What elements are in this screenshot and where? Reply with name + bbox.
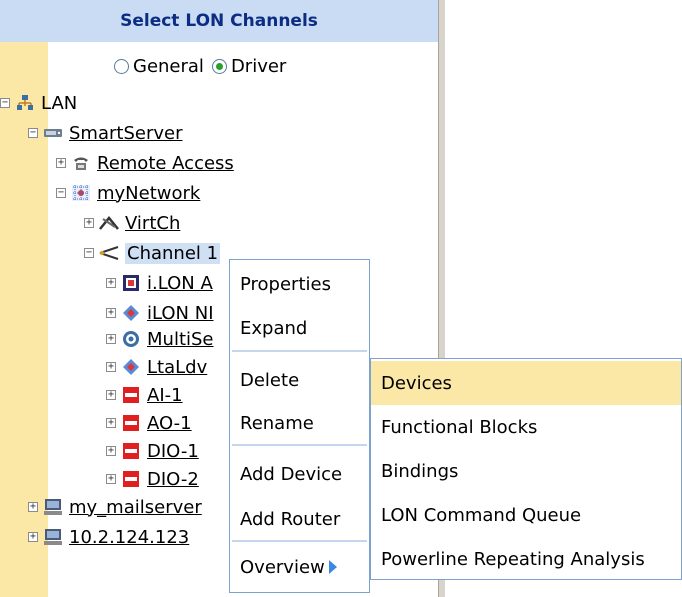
- menu-item-overview[interactable]: Overview: [240, 557, 337, 578]
- submenu-item-label: LON Command Queue: [381, 504, 582, 526]
- submenu-item-label: Functional Blocks: [381, 416, 538, 438]
- tree-node-dio-1[interactable]: + DIO-1: [106, 438, 199, 464]
- expand-icon[interactable]: +: [106, 308, 116, 318]
- radio-driver-label: Driver: [230, 56, 287, 77]
- menu-separator: [232, 444, 367, 446]
- device-icon: [121, 304, 141, 322]
- menu-separator: [232, 540, 367, 542]
- collapse-icon[interactable]: −: [0, 98, 10, 108]
- tree-label-channel-1[interactable]: Channel 1: [125, 242, 221, 264]
- expand-icon[interactable]: +: [56, 158, 66, 168]
- tree-label-dio-1[interactable]: DIO-1: [147, 441, 199, 462]
- submenu-arrow-icon: [328, 560, 337, 574]
- computer-icon: [43, 528, 63, 546]
- tree-label-ltaldv[interactable]: LtaLdv: [147, 357, 207, 378]
- expand-icon[interactable]: +: [106, 446, 116, 456]
- expand-icon[interactable]: +: [106, 278, 116, 288]
- menu-item-properties[interactable]: Properties: [240, 274, 331, 295]
- tree-node-ilon-ni[interactable]: + iLON NI: [106, 300, 214, 326]
- menu-item-add-router[interactable]: Add Router: [240, 509, 340, 530]
- network-icon: [15, 94, 35, 112]
- tree-node-ltaldv[interactable]: + LtaLdv: [106, 354, 207, 380]
- submenu-item-devices[interactable]: Devices: [371, 361, 681, 405]
- expand-icon[interactable]: +: [106, 334, 116, 344]
- menu-item-overview-label: Overview: [240, 557, 325, 578]
- submenu-item-bindings[interactable]: Bindings: [371, 449, 681, 493]
- tree-node-ai-1[interactable]: + AI-1: [106, 382, 183, 408]
- expand-icon[interactable]: +: [106, 474, 116, 484]
- tree-label-ip[interactable]: 10.2.124.123: [69, 527, 189, 548]
- tree-label-remote-access[interactable]: Remote Access: [97, 153, 234, 174]
- tree-node-ip[interactable]: + 10.2.124.123: [28, 524, 189, 550]
- tree-node-mynetwork[interactable]: − myNetwork: [56, 180, 200, 206]
- tree-label-dio-2[interactable]: DIO-2: [147, 469, 199, 490]
- menu-item-expand[interactable]: Expand: [240, 318, 307, 339]
- channel-icon: [99, 214, 119, 232]
- expand-icon[interactable]: +: [106, 418, 116, 428]
- panel-title: Select LON Channels: [0, 0, 438, 42]
- tree-node-dio-2[interactable]: + DIO-2: [106, 466, 199, 492]
- tree-label-mailserver[interactable]: my_mailserver: [69, 497, 202, 518]
- tree-node-remote-access[interactable]: + Remote Access: [56, 150, 234, 176]
- radio-driver[interactable]: [211, 59, 227, 74]
- expand-icon[interactable]: +: [28, 532, 38, 542]
- submenu-item-label: Bindings: [381, 460, 459, 482]
- io-module-icon: [121, 414, 141, 432]
- io-module-icon: [121, 442, 141, 460]
- tree-node-mailserver[interactable]: + my_mailserver: [28, 494, 202, 520]
- tree-label-multise[interactable]: MultiSe: [147, 329, 214, 350]
- server-icon: [43, 124, 63, 142]
- menu-item-rename[interactable]: Rename: [240, 413, 314, 434]
- collapse-icon[interactable]: −: [56, 188, 66, 198]
- device-icon: [121, 274, 141, 292]
- tree-label-lan: LAN: [41, 92, 78, 114]
- io-module-icon: [121, 470, 141, 488]
- expand-icon[interactable]: +: [106, 362, 116, 372]
- expand-icon[interactable]: +: [106, 390, 116, 400]
- submenu-item-label: Powerline Repeating Analysis: [381, 548, 645, 570]
- tree-label-ilon-ni[interactable]: iLON NI: [147, 303, 214, 324]
- network-grid-icon: [71, 184, 91, 202]
- radio-general[interactable]: [114, 59, 129, 74]
- channel-icon: [99, 244, 119, 262]
- tree-label-ai-1[interactable]: AI-1: [147, 385, 183, 406]
- submenu-item-label: Devices: [381, 372, 452, 394]
- tree-label-mynetwork[interactable]: myNetwork: [97, 183, 200, 204]
- computer-icon: [43, 498, 63, 516]
- collapse-icon[interactable]: −: [84, 248, 94, 258]
- submenu-item-powerline-repeating-analysis[interactable]: Powerline Repeating Analysis: [371, 537, 681, 581]
- expand-icon[interactable]: +: [28, 502, 38, 512]
- menu-item-add-device[interactable]: Add Device: [240, 464, 342, 485]
- tree-node-ilon-a[interactable]: + i.LON A: [106, 270, 213, 296]
- tree-label-ilon-a[interactable]: i.LON A: [147, 273, 213, 294]
- tree-node-ao-1[interactable]: + AO-1: [106, 410, 192, 436]
- device-icon: [121, 358, 141, 376]
- tree-label-virtch[interactable]: VirtCh: [125, 213, 180, 234]
- radio-general-label: General: [133, 56, 204, 77]
- tree-label-ao-1[interactable]: AO-1: [147, 413, 192, 434]
- mode-radio-group: General Driver: [114, 56, 290, 77]
- expand-icon[interactable]: +: [84, 218, 94, 228]
- submenu-item-functional-blocks[interactable]: Functional Blocks: [371, 405, 681, 449]
- tree-node-virtch[interactable]: + VirtCh: [84, 210, 180, 236]
- collapse-icon[interactable]: −: [28, 128, 38, 138]
- tree-label-smartserver[interactable]: SmartServer: [69, 123, 182, 144]
- tree-node-multise[interactable]: + MultiSe: [106, 326, 214, 352]
- context-menu: Properties Expand Delete Rename Add Devi…: [229, 259, 370, 593]
- phone-icon: [71, 154, 91, 172]
- tree-node-channel-1[interactable]: − Channel 1: [84, 240, 221, 266]
- io-module-icon: [121, 386, 141, 404]
- overview-submenu: Devices Functional Blocks Bindings LON C…: [370, 358, 682, 580]
- submenu-item-lon-command-queue[interactable]: LON Command Queue: [371, 493, 681, 537]
- device-icon: [121, 330, 141, 348]
- menu-item-delete[interactable]: Delete: [240, 370, 299, 391]
- tree-node-lan[interactable]: − LAN: [0, 90, 77, 116]
- menu-separator: [232, 350, 367, 352]
- tree-node-smartserver[interactable]: − SmartServer: [28, 120, 182, 146]
